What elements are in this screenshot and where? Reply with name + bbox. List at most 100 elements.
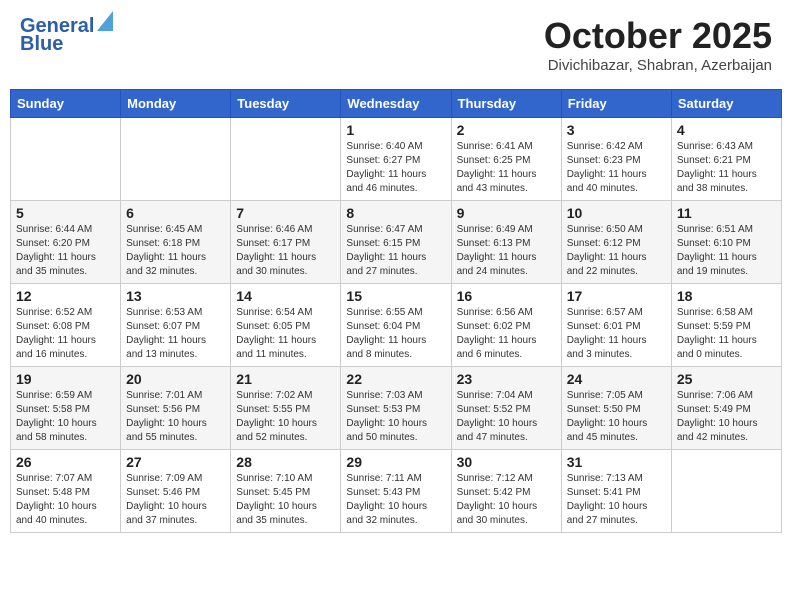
cell-content: Sunrise: 7:13 AMSunset: 5:41 PMDaylight:… [567,472,666,528]
calendar-cell [11,118,121,201]
calendar-cell: 16 Sunrise: 6:56 AMSunset: 6:02 PMDayligh… [451,284,561,367]
weekday-header: Saturday [671,90,781,118]
calendar-cell: 10 Sunrise: 6:50 AMSunset: 6:12 PMDayligh… [561,201,671,284]
calendar-cell: 21 Sunrise: 7:02 AMSunset: 5:55 PMDayligh… [231,367,341,450]
calendar-cell: 1 Sunrise: 6:40 AMSunset: 6:27 PMDaylight… [341,118,451,201]
calendar-cell: 20 Sunrise: 7:01 AMSunset: 5:56 PMDayligh… [121,367,231,450]
cell-content: Sunrise: 6:47 AMSunset: 6:15 PMDaylight:… [346,223,445,279]
cell-content: Sunrise: 6:42 AMSunset: 6:23 PMDaylight:… [567,140,666,196]
cell-content: Sunrise: 6:43 AMSunset: 6:21 PMDaylight:… [677,140,776,196]
calendar-cell: 2Sunrise: 6:41 AMSunset: 6:25 PMDaylight… [451,118,561,201]
calendar-cell: 23 Sunrise: 7:04 AMSunset: 5:52 PMDayligh… [451,367,561,450]
day-number: 8 [346,205,445,221]
cell-content: Sunrise: 6:55 AMSunset: 6:04 PMDaylight:… [346,306,445,362]
calendar-cell: 4 Sunrise: 6:43 AMSunset: 6:21 PMDaylight… [671,118,781,201]
cell-content: Sunrise: 6:56 AMSunset: 6:02 PMDaylight:… [457,306,556,362]
day-number: 12 [16,288,115,304]
calendar-cell: 22 Sunrise: 7:03 AMSunset: 5:53 PMDayligh… [341,367,451,450]
day-number: 13 [126,288,225,304]
calendar-cell: 9 Sunrise: 6:49 AMSunset: 6:13 PMDaylight… [451,201,561,284]
day-number: 23 [457,371,556,387]
calendar-cell: 28Sunrise: 7:10 AMSunset: 5:45 PMDayligh… [231,450,341,533]
day-number: 15 [346,288,445,304]
cell-content: Sunrise: 7:09 AMSunset: 5:46 PMDaylight:… [126,472,225,528]
calendar-week-row: 1 Sunrise: 6:40 AMSunset: 6:27 PMDaylight… [11,118,782,201]
cell-content: Sunrise: 6:49 AMSunset: 6:13 PMDaylight:… [457,223,556,279]
calendar-cell: 13 Sunrise: 6:53 AMSunset: 6:07 PMDayligh… [121,284,231,367]
calendar-cell: 26Sunrise: 7:07 AMSunset: 5:48 PMDayligh… [11,450,121,533]
day-number: 21 [236,371,335,387]
page-header: General Blue October 2025 Divichibazar, … [10,10,782,79]
logo-blue: Blue [20,33,63,56]
calendar-cell: 3 Sunrise: 6:42 AMSunset: 6:23 PMDaylight… [561,118,671,201]
calendar-cell: 14 Sunrise: 6:54 AMSunset: 6:05 PMDayligh… [231,284,341,367]
weekday-header-row: SundayMondayTuesdayWednesdayThursdayFrid… [11,90,782,118]
cell-content: Sunrise: 6:41 AMSunset: 6:25 PMDaylight:… [457,140,556,196]
day-number: 31 [567,454,666,470]
cell-content: Sunrise: 6:59 AMSunset: 5:58 PMDaylight:… [16,389,115,445]
calendar-cell: 7Sunrise: 6:46 AMSunset: 6:17 PMDaylight… [231,201,341,284]
cell-content: Sunrise: 7:12 AMSunset: 5:42 PMDaylight:… [457,472,556,528]
calendar-cell: 17Sunrise: 6:57 AMSunset: 6:01 PMDayligh… [561,284,671,367]
logo: General Blue [20,15,113,56]
day-number: 9 [457,205,556,221]
cell-content: Sunrise: 7:05 AMSunset: 5:50 PMDaylight:… [567,389,666,445]
calendar-week-row: 26Sunrise: 7:07 AMSunset: 5:48 PMDayligh… [11,450,782,533]
cell-content: Sunrise: 6:45 AMSunset: 6:18 PMDaylight:… [126,223,225,279]
calendar-cell [231,118,341,201]
cell-content: Sunrise: 6:46 AMSunset: 6:17 PMDaylight:… [236,223,335,279]
cell-content: Sunrise: 7:01 AMSunset: 5:56 PMDaylight:… [126,389,225,445]
cell-content: Sunrise: 6:53 AMSunset: 6:07 PMDaylight:… [126,306,225,362]
calendar-table: SundayMondayTuesdayWednesdayThursdayFrid… [10,89,782,533]
cell-content: Sunrise: 7:06 AMSunset: 5:49 PMDaylight:… [677,389,776,445]
day-number: 25 [677,371,776,387]
cell-content: Sunrise: 6:50 AMSunset: 6:12 PMDaylight:… [567,223,666,279]
day-number: 1 [346,122,445,138]
calendar-cell [121,118,231,201]
day-number: 22 [346,371,445,387]
calendar-cell [671,450,781,533]
cell-content: Sunrise: 7:03 AMSunset: 5:53 PMDaylight:… [346,389,445,445]
cell-content: Sunrise: 6:44 AMSunset: 6:20 PMDaylight:… [16,223,115,279]
location-subtitle: Divichibazar, Shabran, Azerbaijan [544,57,772,74]
calendar-cell: 5 Sunrise: 6:44 AMSunset: 6:20 PMDaylight… [11,201,121,284]
day-number: 20 [126,371,225,387]
day-number: 27 [126,454,225,470]
cell-content: Sunrise: 6:58 AMSunset: 5:59 PMDaylight:… [677,306,776,362]
cell-content: Sunrise: 6:51 AMSunset: 6:10 PMDaylight:… [677,223,776,279]
weekday-header: Tuesday [231,90,341,118]
day-number: 18 [677,288,776,304]
day-number: 16 [457,288,556,304]
calendar-week-row: 5 Sunrise: 6:44 AMSunset: 6:20 PMDaylight… [11,201,782,284]
day-number: 11 [677,205,776,221]
cell-content: Sunrise: 7:04 AMSunset: 5:52 PMDaylight:… [457,389,556,445]
weekday-header: Sunday [11,90,121,118]
calendar-cell: 15 Sunrise: 6:55 AMSunset: 6:04 PMDayligh… [341,284,451,367]
day-number: 3 [567,122,666,138]
cell-content: Sunrise: 6:40 AMSunset: 6:27 PMDaylight:… [346,140,445,196]
cell-content: Sunrise: 7:11 AMSunset: 5:43 PMDaylight:… [346,472,445,528]
day-number: 10 [567,205,666,221]
calendar-week-row: 19 Sunrise: 6:59 AMSunset: 5:58 PMDayligh… [11,367,782,450]
calendar-cell: 12 Sunrise: 6:52 AMSunset: 6:08 PMDayligh… [11,284,121,367]
calendar-cell: 24 Sunrise: 7:05 AMSunset: 5:50 PMDayligh… [561,367,671,450]
calendar-cell: 31 Sunrise: 7:13 AMSunset: 5:41 PMDayligh… [561,450,671,533]
day-number: 17 [567,288,666,304]
title-block: October 2025 Divichibazar, Shabran, Azer… [544,15,772,74]
calendar-cell: 8 Sunrise: 6:47 AMSunset: 6:15 PMDaylight… [341,201,451,284]
cell-content: Sunrise: 6:52 AMSunset: 6:08 PMDaylight:… [16,306,115,362]
calendar-cell: 27 Sunrise: 7:09 AMSunset: 5:46 PMDayligh… [121,450,231,533]
day-number: 5 [16,205,115,221]
day-number: 24 [567,371,666,387]
day-number: 29 [346,454,445,470]
day-number: 4 [677,122,776,138]
calendar-cell: 11 Sunrise: 6:51 AMSunset: 6:10 PMDayligh… [671,201,781,284]
cell-content: Sunrise: 7:02 AMSunset: 5:55 PMDaylight:… [236,389,335,445]
cell-content: Sunrise: 7:10 AMSunset: 5:45 PMDaylight:… [236,472,335,528]
day-number: 26 [16,454,115,470]
day-number: 14 [236,288,335,304]
calendar-cell: 6Sunrise: 6:45 AMSunset: 6:18 PMDaylight… [121,201,231,284]
day-number: 19 [16,371,115,387]
calendar-cell: 18 Sunrise: 6:58 AMSunset: 5:59 PMDayligh… [671,284,781,367]
cell-content: Sunrise: 6:54 AMSunset: 6:05 PMDaylight:… [236,306,335,362]
